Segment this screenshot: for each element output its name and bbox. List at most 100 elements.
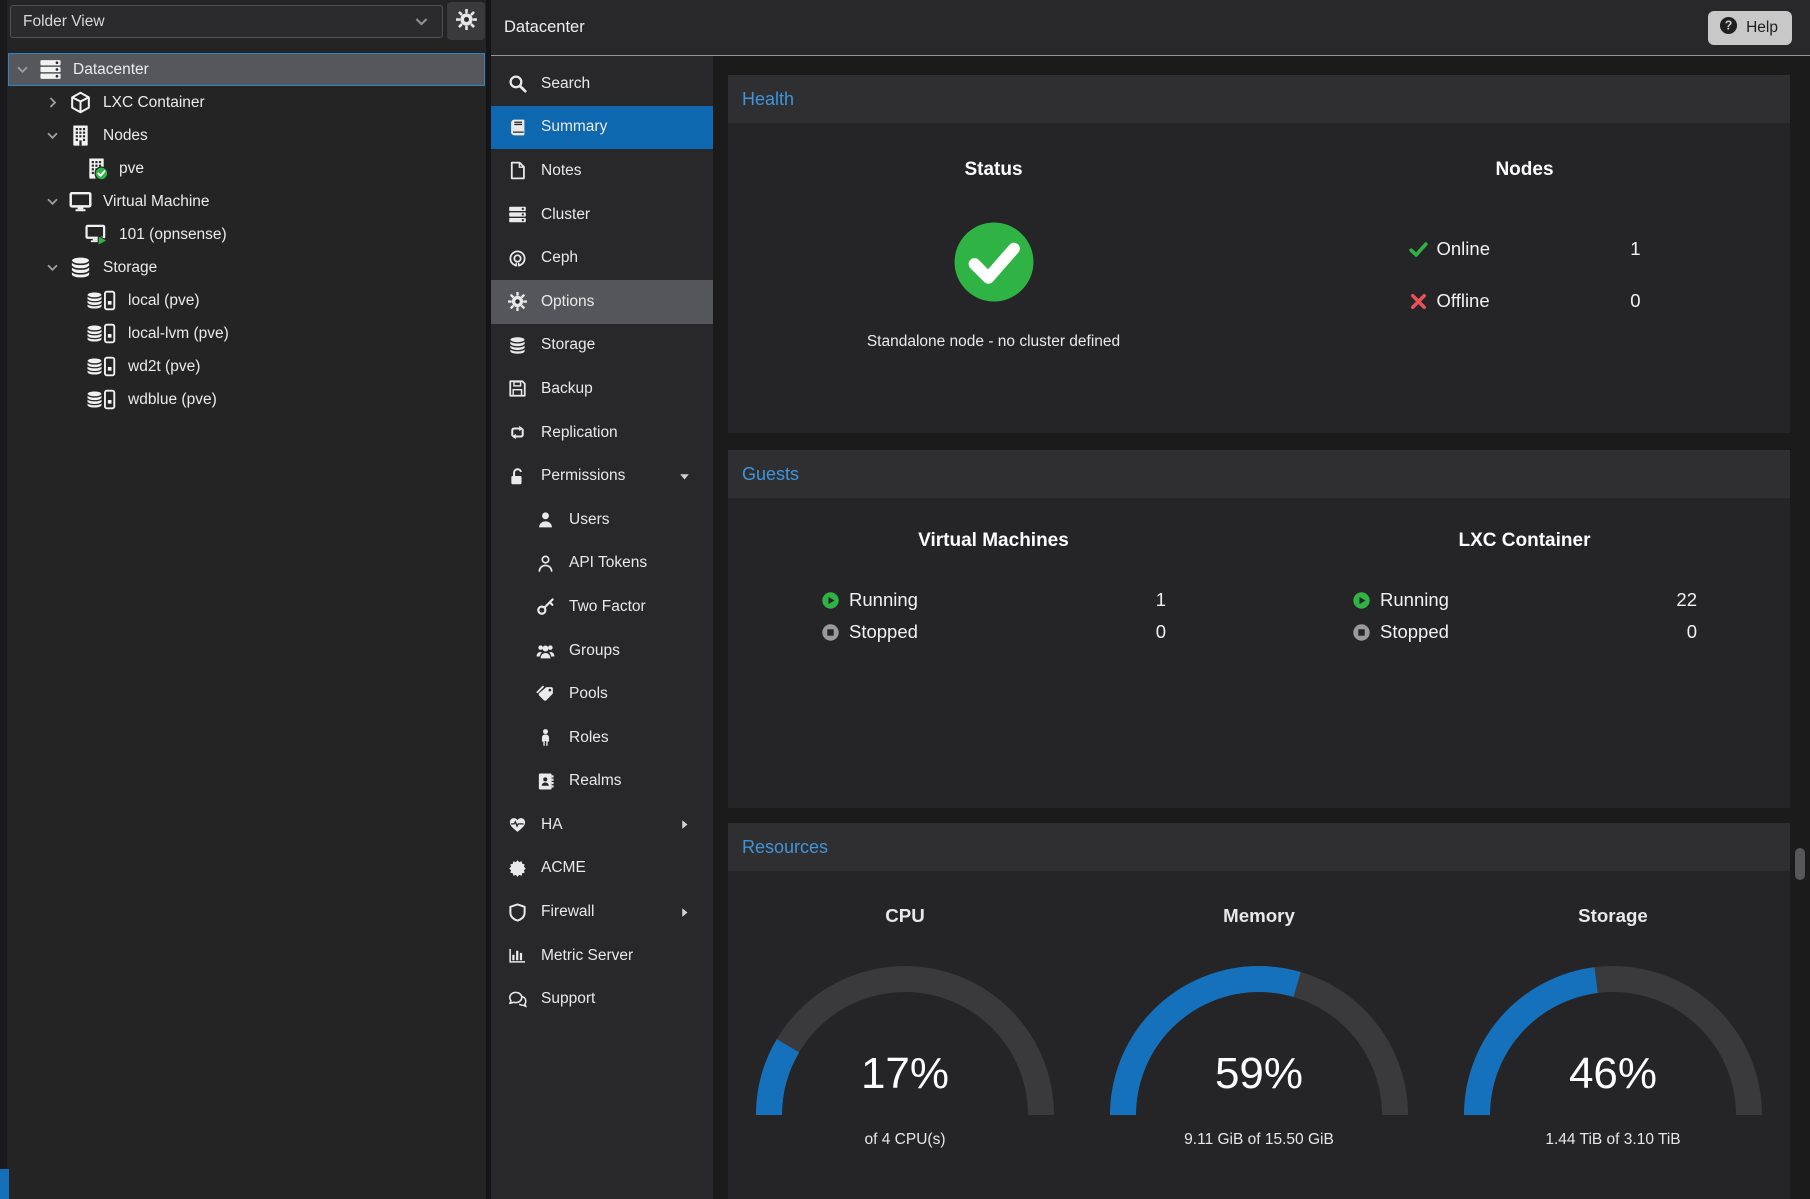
question-circle-icon (1719, 16, 1738, 40)
guests-panel: Guests Virtual Machines Running 1 (728, 450, 1790, 808)
vm-running-row: Running 1 (821, 588, 1166, 612)
tree-item-lxc-container[interactable]: LXC Container (8, 86, 485, 119)
nodes-status-column: Nodes Online 1 Offline 0 (1259, 123, 1790, 433)
menu-item-support[interactable]: Support (491, 977, 713, 1021)
expander-chevron-down-icon[interactable] (45, 260, 69, 276)
menu-item-permissions[interactable]: Permissions (491, 454, 713, 498)
database-icon (69, 256, 96, 279)
tree-item-label: Nodes (103, 127, 148, 145)
gear-icon (456, 9, 477, 33)
tree-item-storage-wd2t[interactable]: wd2t (pve) (8, 350, 485, 383)
cpu-gauge-arc (745, 955, 1065, 1129)
menu-item-ha[interactable]: HA (491, 803, 713, 847)
lxc-heading: LXC Container (1259, 530, 1790, 552)
vm-stopped-count: 0 (1156, 621, 1166, 643)
menu-item-api-tokens[interactable]: API Tokens (491, 542, 713, 586)
floppy-icon (508, 379, 527, 398)
summary-content: Health Status Standalone node - no clust… (713, 56, 1810, 1199)
user-icon (536, 510, 555, 529)
tree-item-storage-wdblue[interactable]: wdblue (pve) (8, 383, 485, 416)
server-icon (39, 58, 66, 81)
database-drive-icon (85, 388, 121, 411)
key-icon (536, 597, 555, 616)
menu-item-replication[interactable]: Replication (491, 411, 713, 455)
online-count: 1 (1630, 238, 1640, 260)
vertical-scrollbar-thumb[interactable] (1795, 848, 1805, 880)
lxc-running-count: 22 (1676, 589, 1697, 611)
help-button[interactable]: Help (1708, 11, 1792, 45)
menu-item-roles[interactable]: Roles (491, 716, 713, 760)
person-icon (536, 728, 555, 747)
user-outline-icon (536, 554, 555, 573)
stop-circle-icon (1352, 623, 1371, 642)
resources-panel-header: Resources (728, 823, 1790, 871)
menu-item-ceph[interactable]: Ceph (491, 236, 713, 280)
gear-icon (508, 292, 527, 311)
resource-tree-panel: Folder View Datacenter LXC Container (0, 0, 486, 1199)
ceph-icon (508, 249, 527, 268)
tree-item-datacenter[interactable]: Datacenter (8, 53, 485, 86)
check-icon (1409, 240, 1428, 259)
menu-item-groups[interactable]: Groups (491, 629, 713, 673)
menu-item-acme[interactable]: ACME (491, 847, 713, 891)
vm-stopped-row: Stopped 0 (821, 620, 1166, 644)
menu-item-options[interactable]: Options (491, 280, 713, 324)
status-heading: Status (728, 159, 1259, 181)
tree-item-storage-local[interactable]: local (pve) (8, 284, 485, 317)
cpu-gauge-sublabel: of 4 CPU(s) (728, 1131, 1082, 1149)
virtual-machines-column: Virtual Machines Running 1 Stopped (728, 498, 1259, 808)
stop-circle-icon (821, 623, 840, 642)
tree-item-pve[interactable]: pve (8, 152, 485, 185)
menu-item-storage[interactable]: Storage (491, 324, 713, 368)
tree-item-label: Datacenter (73, 61, 149, 79)
view-mode-select[interactable]: Folder View (10, 5, 443, 38)
building-check-icon (85, 157, 112, 180)
lxc-stopped-row: Stopped 0 (1352, 620, 1697, 644)
book-icon (508, 118, 527, 137)
tree-item-label: local (pve) (128, 292, 200, 310)
search-icon (508, 74, 527, 93)
content-header: Datacenter Help (491, 0, 1810, 56)
tree-item-storage[interactable]: Storage (8, 251, 485, 284)
retweet-icon (508, 423, 527, 442)
view-mode-value: Folder View (23, 13, 105, 31)
tree-item-vm-101[interactable]: 101 (opnsense) (8, 218, 485, 251)
expander-chevron-down-icon[interactable] (45, 128, 69, 144)
memory-gauge-sublabel: 9.11 GiB of 15.50 GiB (1082, 1131, 1436, 1149)
tree-item-virtual-machine[interactable]: Virtual Machine (8, 185, 485, 218)
unlock-icon (508, 467, 527, 486)
guests-panel-header: Guests (728, 450, 1790, 498)
menu-item-users[interactable]: Users (491, 498, 713, 542)
storage-gauge-percent: 46% (1453, 1049, 1773, 1099)
menu-item-notes[interactable]: Notes (491, 149, 713, 193)
tree-settings-button[interactable] (447, 2, 485, 40)
menu-item-firewall[interactable]: Firewall (491, 890, 713, 934)
lxc-column: LXC Container Running 22 Stopped (1259, 498, 1790, 808)
address-book-icon (536, 772, 555, 791)
summary-menu: Search Summary Notes Cluster Ceph Option… (491, 56, 713, 1199)
storage-gauge-arc (1453, 955, 1773, 1129)
shield-icon (508, 903, 527, 922)
note-icon (508, 161, 527, 180)
database-drive-icon (85, 355, 121, 378)
nodes-online-row: Online 1 (1409, 237, 1641, 261)
help-label: Help (1746, 19, 1778, 37)
tree-item-nodes[interactable]: Nodes (8, 119, 485, 152)
expander-chevron-down-icon[interactable] (45, 194, 69, 210)
menu-item-backup[interactable]: Backup (491, 367, 713, 411)
menu-item-two-factor[interactable]: Two Factor (491, 585, 713, 629)
menu-item-pools[interactable]: Pools (491, 672, 713, 716)
tree-item-storage-local-lvm[interactable]: local-lvm (pve) (8, 317, 485, 350)
expander-chevron-right-icon[interactable] (45, 95, 69, 111)
expander-chevron-down-icon[interactable] (15, 62, 39, 78)
menu-item-search[interactable]: Search (491, 62, 713, 106)
menu-item-realms[interactable]: Realms (491, 760, 713, 804)
menu-item-summary[interactable]: Summary (491, 106, 713, 150)
bottom-left-accent (0, 1169, 9, 1199)
menu-item-cluster[interactable]: Cluster (491, 193, 713, 237)
vm-heading: Virtual Machines (728, 530, 1259, 552)
resource-tree: Datacenter LXC Container Nodes pve Virtu… (0, 46, 486, 416)
health-panel-header: Health (728, 75, 1790, 123)
menu-item-metric-server[interactable]: Metric Server (491, 934, 713, 978)
play-circle-icon (821, 591, 840, 610)
